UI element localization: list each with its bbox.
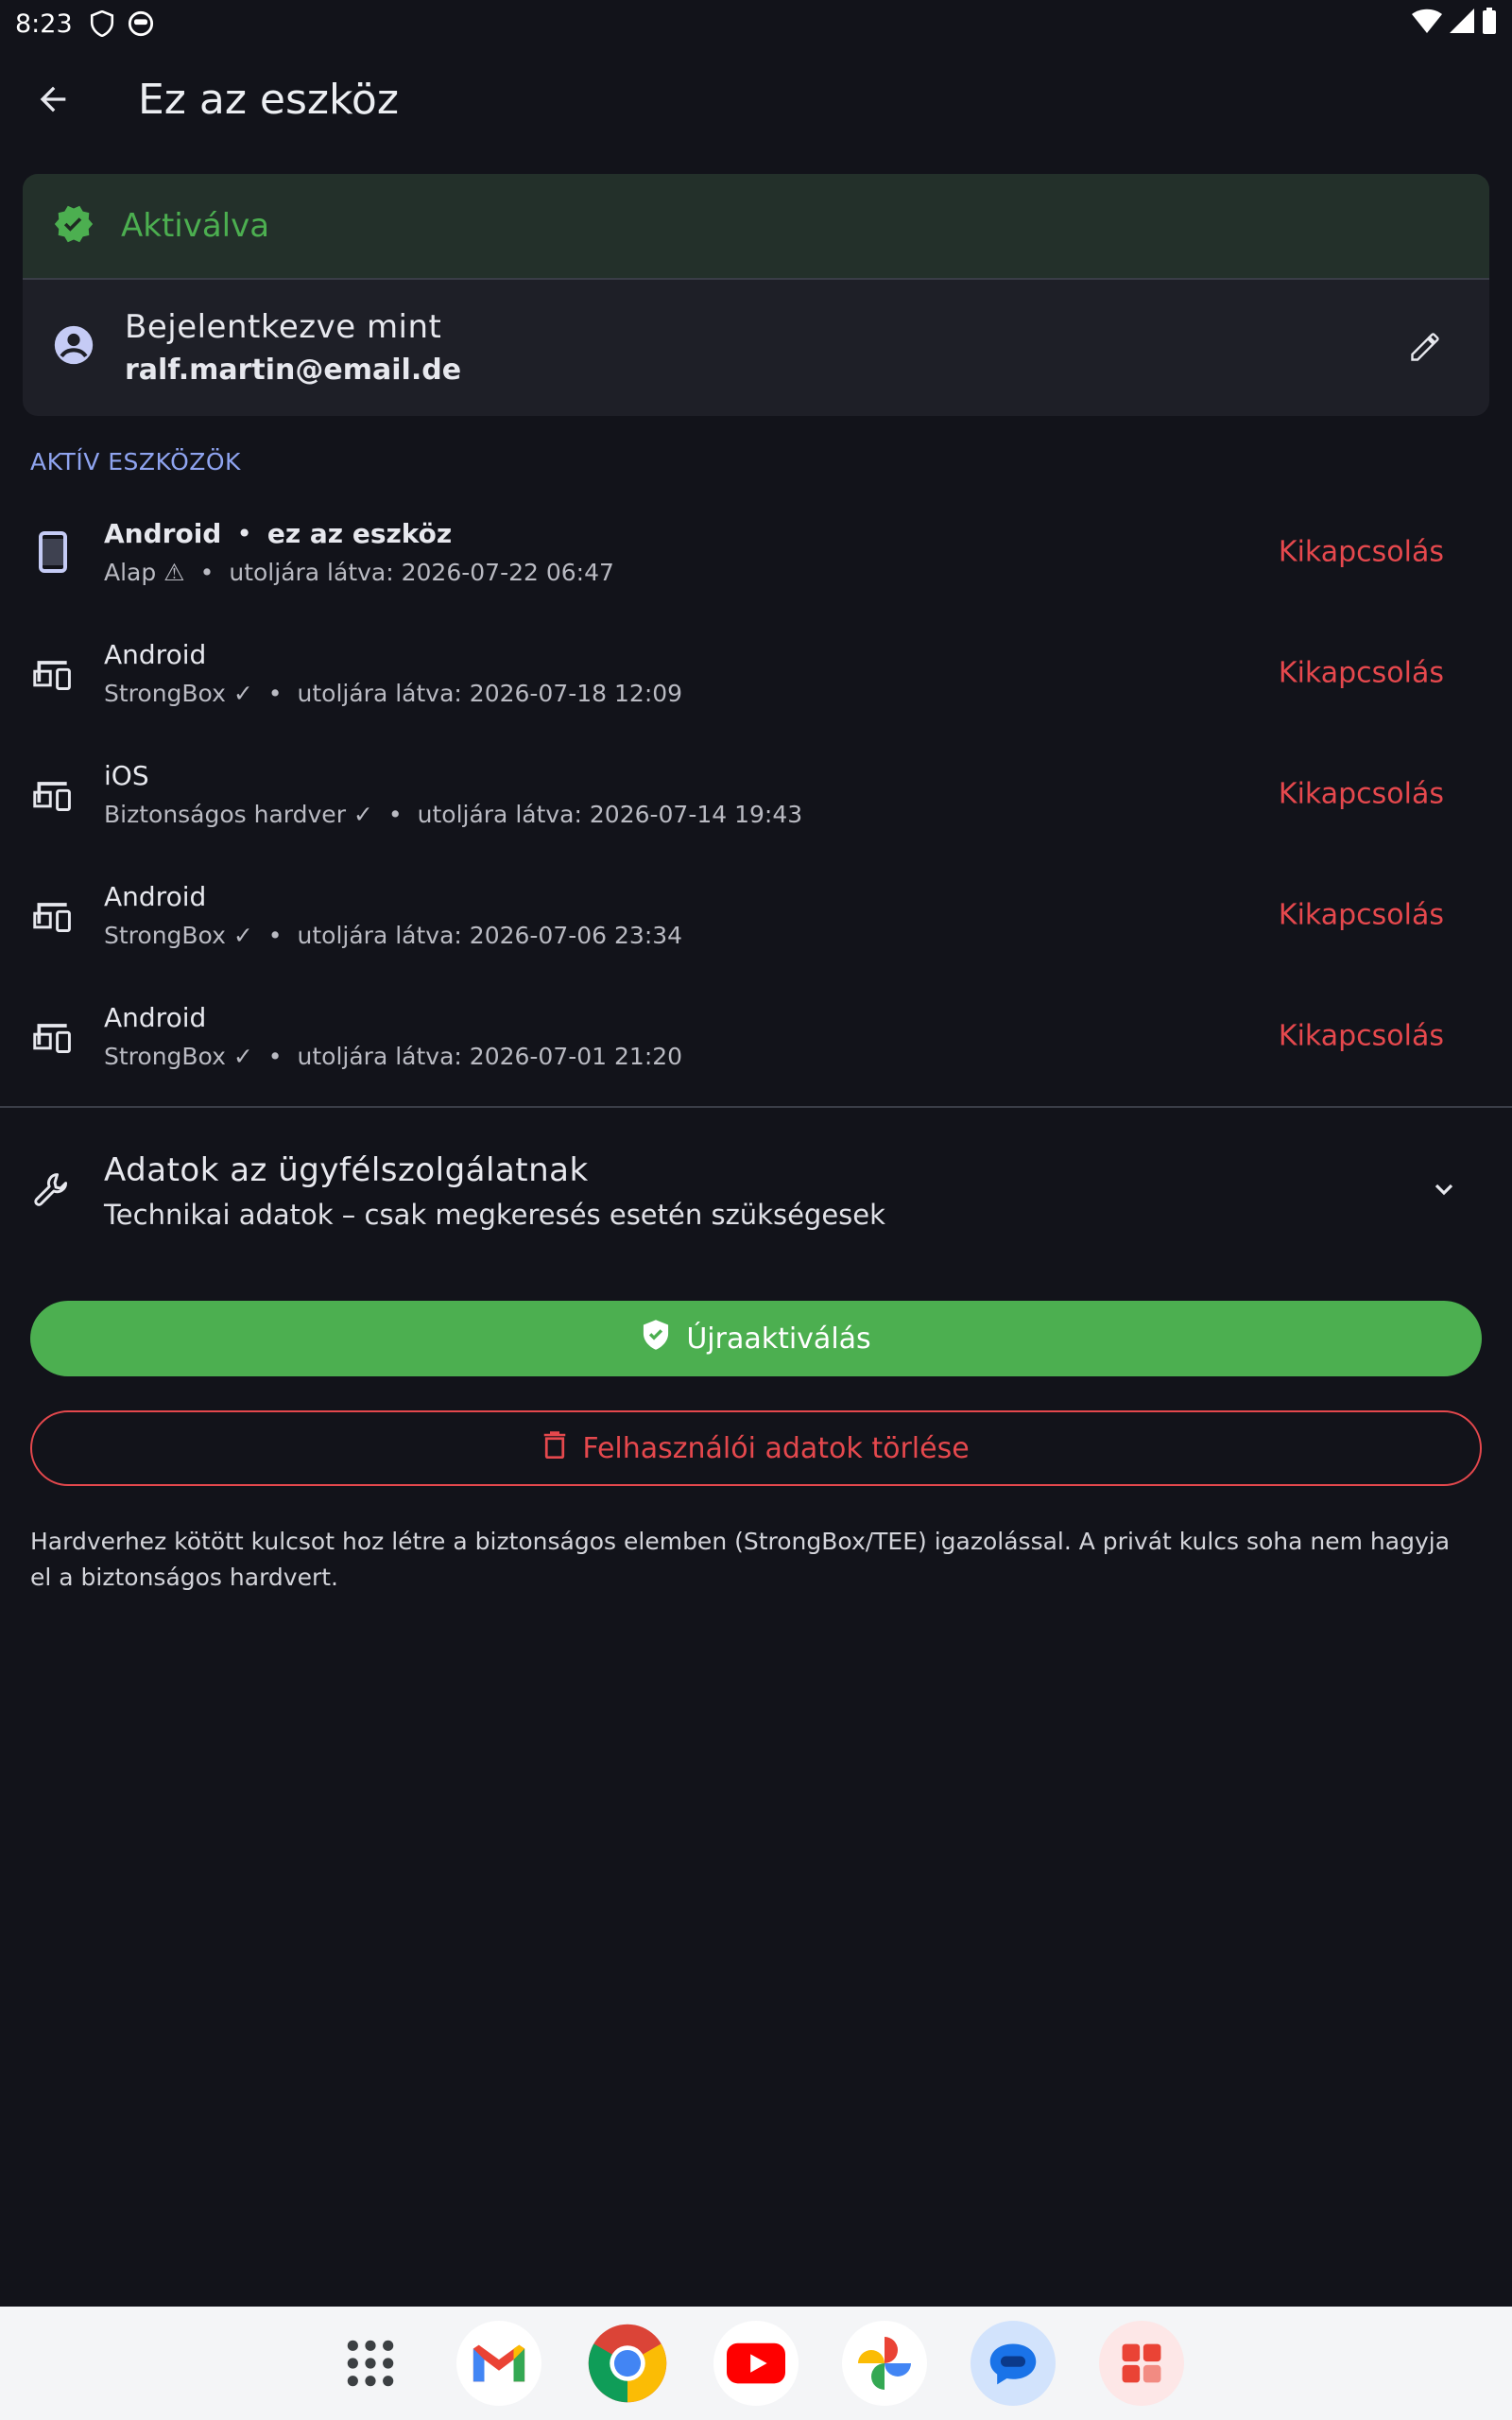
- device-security: StrongBox ✓: [104, 680, 253, 707]
- active-devices-list: Android • ez az eszköz Alap ⚠ • utoljára lát…: [0, 492, 1512, 1097]
- battery-icon: [1482, 7, 1497, 41]
- chrome-icon[interactable]: [585, 2321, 670, 2406]
- device-row: Android StrongBox ✓ • utoljára látva: 2026…: [0, 613, 1512, 734]
- back-button[interactable]: [15, 61, 91, 137]
- shield-check-icon: [641, 1319, 671, 1358]
- page-title: Ez az eszköz: [138, 75, 399, 124]
- reactivate-button[interactable]: Újraaktiválás: [30, 1301, 1482, 1376]
- security-footnote: Hardverhez kötött kulcsot hoz létre a bi…: [30, 1528, 1451, 1591]
- play-games-icon[interactable]: [1099, 2321, 1184, 2406]
- edit-account-button[interactable]: [1397, 319, 1453, 375]
- disconnect-button[interactable]: Kikapcsolás: [1279, 899, 1444, 932]
- status-time: 8:23: [15, 9, 73, 39]
- logged-in-row: Bejelentkezve mint ralf.martin@email.de: [23, 280, 1489, 414]
- delete-label: Felhasználói adatok törlése: [582, 1431, 970, 1465]
- device-row: Android StrongBox ✓ • utoljára látva: 2026…: [0, 855, 1512, 976]
- edit-pencil-icon: [1411, 333, 1439, 361]
- delete-user-data-button[interactable]: Felhasználói adatok törlése: [30, 1410, 1482, 1486]
- active-devices-header: AKTÍV ESZKÖZÖK: [30, 448, 241, 475]
- wifi-icon: [1412, 9, 1442, 40]
- activated-label: Aktiválva: [121, 207, 270, 245]
- activated-row: Aktiválva: [23, 174, 1489, 280]
- devices-icon: [30, 650, 76, 696]
- signal-icon: [1450, 8, 1474, 40]
- support-data-expander[interactable]: Adatok az ügyfélszolgálatnak Technikai a…: [0, 1125, 1512, 1257]
- logged-in-label: Bejelentkezve mint: [125, 307, 442, 346]
- device-last-seen: utoljára látva: 2026-07-18 12:09: [297, 680, 683, 707]
- this-device-label: ez az eszköz: [266, 518, 453, 549]
- device-name: Android: [104, 639, 207, 670]
- device-last-seen: utoljára látva: 2026-07-14 19:43: [417, 801, 803, 828]
- device-row: iOS Biztonságos hardver ✓ • utoljára látva…: [0, 734, 1512, 855]
- device-last-seen: utoljára látva: 2026-07-01 21:20: [297, 1043, 683, 1070]
- devices-icon: [30, 771, 76, 817]
- device-name: Android: [104, 1002, 207, 1033]
- youtube-icon[interactable]: [713, 2321, 799, 2406]
- disconnect-button[interactable]: Kikapcsolás: [1279, 778, 1444, 811]
- shield-icon: [90, 10, 114, 37]
- gmail-icon[interactable]: [456, 2321, 541, 2406]
- reactivate-label: Újraaktiválás: [686, 1322, 871, 1356]
- activation-status-card: Aktiválva Bejelentkezve mint ralf.martin…: [23, 174, 1489, 416]
- device-name: Android: [104, 881, 207, 912]
- devices-icon: [30, 1013, 76, 1059]
- device-last-seen: utoljára látva: 2026-07-06 23:34: [297, 922, 683, 949]
- photos-icon[interactable]: [842, 2321, 927, 2406]
- arrow-back-icon: [40, 86, 66, 112]
- phone-icon: [30, 529, 76, 575]
- disconnect-button[interactable]: Kikapcsolás: [1279, 536, 1444, 569]
- divider: [0, 1106, 1512, 1108]
- support-title: Adatok az ügyfélszolgálatnak: [104, 1151, 589, 1189]
- verified-badge-icon: [53, 203, 94, 249]
- trash-icon: [542, 1430, 567, 1466]
- device-security: StrongBox ✓: [104, 922, 253, 949]
- app-dock: [0, 2307, 1512, 2420]
- device-row: Android StrongBox ✓ • utoljára látva: 2026…: [0, 976, 1512, 1097]
- devices-icon: [30, 892, 76, 938]
- face-icon: [128, 10, 154, 37]
- device-security: Biztonságos hardver ✓: [104, 801, 373, 828]
- device-security: Alap ⚠: [104, 559, 185, 586]
- app-drawer-icon[interactable]: [328, 2321, 413, 2406]
- device-last-seen: utoljára látva: 2026-07-22 06:47: [229, 559, 614, 586]
- wrench-icon: [30, 1168, 76, 1214]
- device-security: StrongBox ✓: [104, 1043, 253, 1070]
- disconnect-button[interactable]: Kikapcsolás: [1279, 1020, 1444, 1053]
- chevron-down-icon[interactable]: [1429, 1174, 1459, 1208]
- support-subtitle: Technikai adatok – csak megkeresés eseté…: [104, 1199, 885, 1231]
- device-row: Android • ez az eszköz Alap ⚠ • utoljára lát…: [0, 492, 1512, 613]
- device-name: Android: [104, 518, 222, 549]
- messages-icon[interactable]: [971, 2321, 1056, 2406]
- account-email: ralf.martin@email.de: [125, 353, 462, 387]
- app-bar: Ez az eszköz: [0, 47, 1512, 151]
- disconnect-button[interactable]: Kikapcsolás: [1279, 657, 1444, 690]
- device-name: iOS: [104, 760, 149, 791]
- account-icon: [53, 324, 94, 370]
- status-bar: 8:23: [0, 0, 1512, 47]
